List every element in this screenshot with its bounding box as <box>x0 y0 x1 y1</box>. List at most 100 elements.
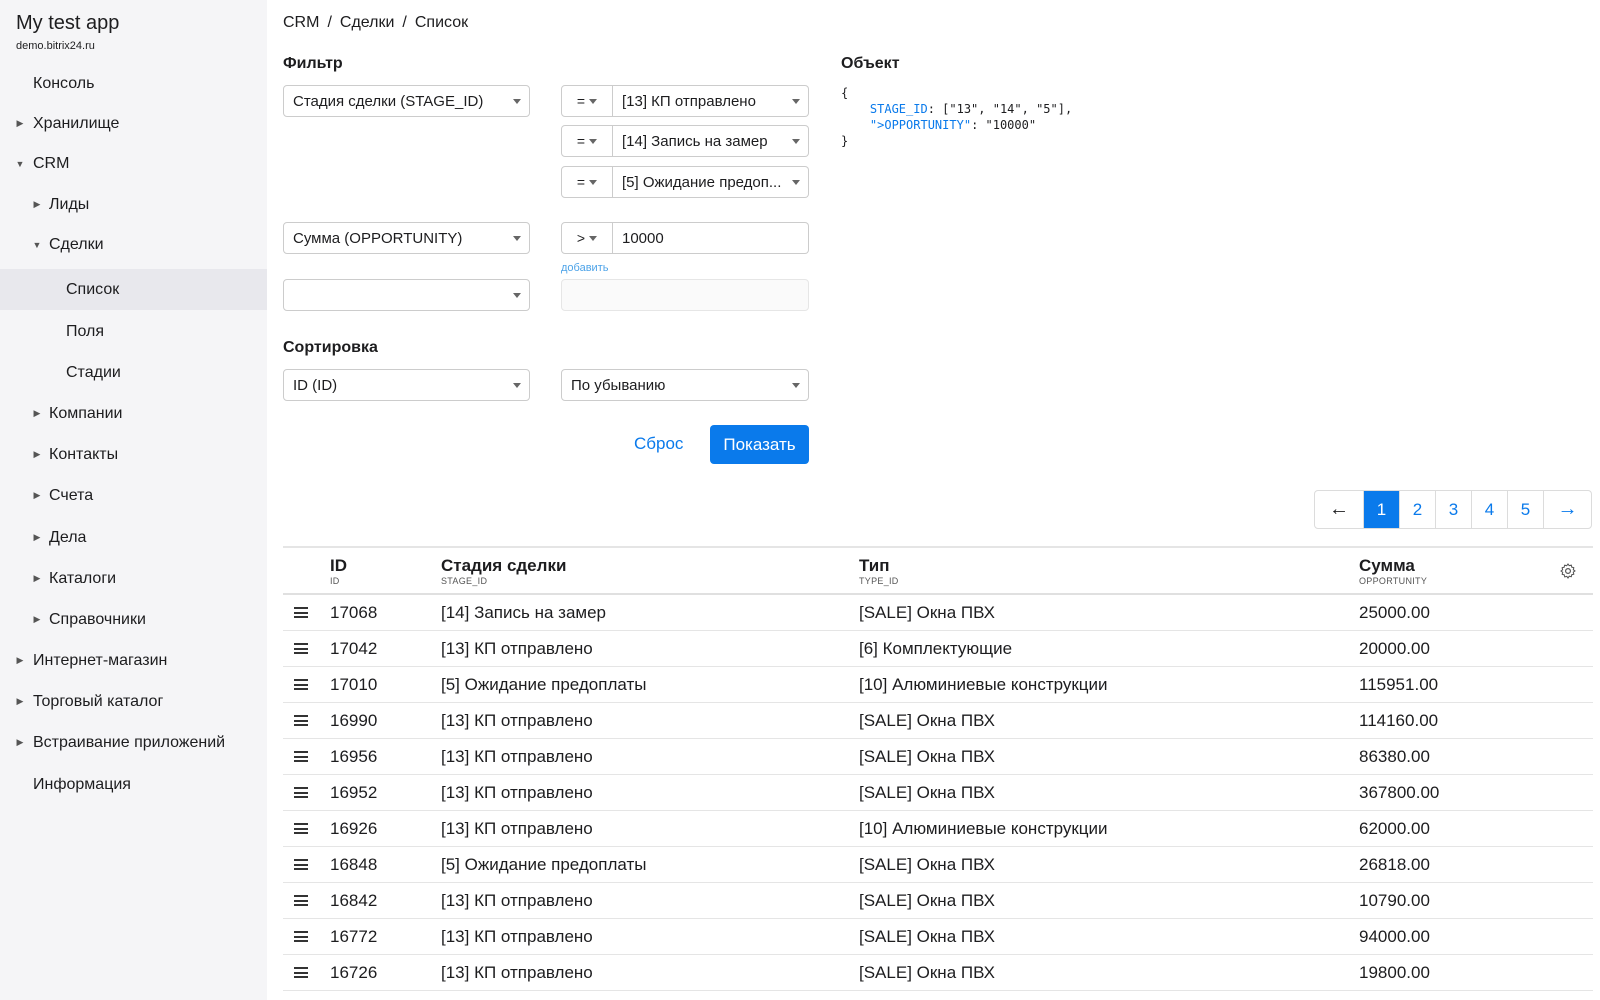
sidebar-item-deals-list[interactable]: Список <box>0 269 267 310</box>
operator-select[interactable]: = <box>561 125 613 157</box>
drag-handle-icon[interactable] <box>294 607 308 618</box>
cell-id: 16726 <box>330 963 378 982</box>
reset-button[interactable]: Сброс <box>630 425 687 463</box>
drag-handle-icon[interactable] <box>294 751 308 762</box>
sidebar-item-info[interactable]: Информация <box>0 764 267 805</box>
sidebar-item-deals-stages[interactable]: Стадии <box>0 352 267 393</box>
table-row[interactable]: 17010 [5] Ожидание предоплаты [10] Алюмини… <box>283 667 1593 703</box>
sidebar-item-storage[interactable]: ▶ Хранилище <box>0 103 267 144</box>
stage-value-select-2[interactable]: [14] Запись на замер <box>613 125 809 157</box>
sidebar-item-label: Сделки <box>49 235 104 253</box>
sidebar-item-companies[interactable]: ▶ Компании <box>0 393 267 434</box>
drag-handle-icon[interactable] <box>294 823 308 834</box>
column-header-stage[interactable]: Стадия сделки STAGE_ID <box>441 556 566 586</box>
drag-handle-icon[interactable] <box>294 859 308 870</box>
expand-arrow-icon[interactable]: ▶ <box>29 490 45 501</box>
drag-handle-icon[interactable] <box>294 967 308 978</box>
table-row[interactable]: 16848 [5] Ожидание предоплаты [SALE] Окна … <box>283 847 1593 883</box>
sidebar-item-leads[interactable]: ▶ Лиды <box>0 184 267 225</box>
filter-field-value: Стадия сделки (STAGE_ID) <box>293 92 484 110</box>
page-button-4[interactable]: 4 <box>1471 491 1507 528</box>
table-row[interactable]: 16990 [13] КП отправлено [SALE] Окна ПВХ 11… <box>283 703 1593 739</box>
breadcrumb-separator: / <box>327 14 332 31</box>
expand-arrow-icon[interactable]: ▶ <box>29 449 45 460</box>
operator-select[interactable]: = <box>561 166 613 198</box>
sidebar-item-eshop[interactable]: ▶ Интернет-магазин <box>0 640 267 681</box>
expand-arrow-icon[interactable]: ▶ <box>29 408 45 419</box>
expand-arrow-icon[interactable]: ▶ <box>12 118 28 129</box>
expand-arrow-icon[interactable]: ▶ <box>12 696 28 707</box>
filter-field-select-1[interactable]: Стадия сделки (STAGE_ID) <box>283 85 530 117</box>
next-page-button[interactable]: → <box>1543 491 1591 528</box>
operator-select[interactable]: = <box>561 85 613 117</box>
expand-arrow-icon[interactable]: ▶ <box>12 655 28 666</box>
expand-arrow-icon[interactable]: ▶ <box>12 737 28 748</box>
sidebar-item-console[interactable]: Консоль <box>0 63 267 104</box>
drag-handle-icon[interactable] <box>294 715 308 726</box>
page-button-2[interactable]: 2 <box>1399 491 1435 528</box>
empty-condition-input[interactable] <box>561 279 809 311</box>
stage-value-select-1[interactable]: [13] КП отправлено <box>613 85 809 117</box>
gear-icon[interactable] <box>1559 562 1577 580</box>
code-brace: { <box>841 86 849 100</box>
page-button-1[interactable]: 1 <box>1363 491 1399 528</box>
table-row[interactable]: 16772 [13] КП отправлено [SALE] Окна ПВХ 94… <box>283 919 1593 955</box>
sidebar-item-deals[interactable]: ▼ Сделки <box>0 224 267 265</box>
stage-value-select-3[interactable]: [5] Ожидание предоп... <box>613 166 809 198</box>
prev-page-button[interactable]: ← <box>1315 491 1363 528</box>
drag-handle-icon[interactable] <box>294 787 308 798</box>
column-header-amount[interactable]: Сумма OPPORTUNITY <box>1359 556 1427 586</box>
sidebar-item-label: Информация <box>33 775 131 793</box>
sidebar-item-activities[interactable]: ▶ Дела <box>0 517 267 558</box>
table-row[interactable]: 16842 [13] КП отправлено [SALE] Окна ПВХ 10… <box>283 883 1593 919</box>
cell-type: [10] Алюминиевые конструкции <box>859 819 1108 838</box>
cell-id: 17042 <box>330 639 378 658</box>
sidebar-item-contacts[interactable]: ▶ Контакты <box>0 434 267 475</box>
sort-order-select[interactable]: По убыванию <box>561 369 809 401</box>
sidebar-item-catalogs[interactable]: ▶ Каталоги <box>0 558 267 599</box>
amount-value-input[interactable] <box>613 222 809 254</box>
sidebar-item-directories[interactable]: ▶ Справочники <box>0 599 267 640</box>
page-button-3[interactable]: 3 <box>1435 491 1471 528</box>
sort-field-value: ID (ID) <box>293 376 338 394</box>
sidebar-item-deals-fields[interactable]: Поля <box>0 311 267 352</box>
drag-handle-icon[interactable] <box>294 643 308 654</box>
drag-handle-icon[interactable] <box>294 931 308 942</box>
add-condition-link[interactable]: добавить <box>561 262 608 274</box>
filter-field-select-2[interactable]: Сумма (OPPORTUNITY) <box>283 222 530 254</box>
table-row[interactable]: 16952 [13] КП отправлено [SALE] Окна ПВХ 36… <box>283 775 1593 811</box>
column-header-id[interactable]: ID ID <box>330 556 347 586</box>
sidebar-item-crm[interactable]: ▼ CRM <box>0 143 267 184</box>
table-row[interactable]: 16926 [13] КП отправлено [10] Алюминиевые … <box>283 811 1593 847</box>
sort-field-select[interactable]: ID (ID) <box>283 369 530 401</box>
sidebar-item-app-embedding[interactable]: ▶ Встраивание приложений <box>0 722 267 763</box>
column-header-type[interactable]: Тип TYPE_ID <box>859 556 899 586</box>
column-label: Стадия сделки <box>441 556 567 575</box>
table-header: ID ID Стадия сделки STAGE_ID Тип TYPE_ID… <box>283 546 1593 595</box>
collapse-arrow-icon[interactable]: ▼ <box>12 159 28 169</box>
table-row[interactable]: 17068 [14] Запись на замер [SALE] Окна ПВХ… <box>283 595 1593 631</box>
expand-arrow-icon[interactable]: ▶ <box>29 614 45 625</box>
table-row[interactable]: 16956 [13] КП отправлено [SALE] Окна ПВХ 86… <box>283 739 1593 775</box>
cell-id: 17010 <box>330 675 378 694</box>
sidebar-item-trade-catalog[interactable]: ▶ Торговый каталог <box>0 681 267 722</box>
table-row[interactable]: 16726 [13] КП отправлено [SALE] Окна ПВХ 19… <box>283 955 1593 991</box>
sidebar-item-invoices[interactable]: ▶ Счета <box>0 475 267 516</box>
page-button-5[interactable]: 5 <box>1507 491 1543 528</box>
cell-id: 16990 <box>330 711 378 730</box>
expand-arrow-icon[interactable]: ▶ <box>29 199 45 210</box>
cell-type: [SALE] Окна ПВХ <box>859 963 996 982</box>
filter-field-select-3[interactable] <box>283 279 530 311</box>
cell-type: [SALE] Окна ПВХ <box>859 927 996 946</box>
expand-arrow-icon[interactable]: ▶ <box>29 573 45 584</box>
show-button[interactable]: Показать <box>710 425 809 464</box>
table-row[interactable]: 17042 [13] КП отправлено [6] Комплектующие… <box>283 631 1593 667</box>
collapse-arrow-icon[interactable]: ▼ <box>29 240 45 250</box>
drag-handle-icon[interactable] <box>294 679 308 690</box>
breadcrumb-item-crm[interactable]: CRM <box>283 14 319 32</box>
column-label: Сумма <box>1359 556 1415 575</box>
breadcrumb-item-deals[interactable]: Сделки <box>340 14 395 32</box>
drag-handle-icon[interactable] <box>294 895 308 906</box>
expand-arrow-icon[interactable]: ▶ <box>29 532 45 543</box>
operator-select[interactable]: > <box>561 222 613 254</box>
